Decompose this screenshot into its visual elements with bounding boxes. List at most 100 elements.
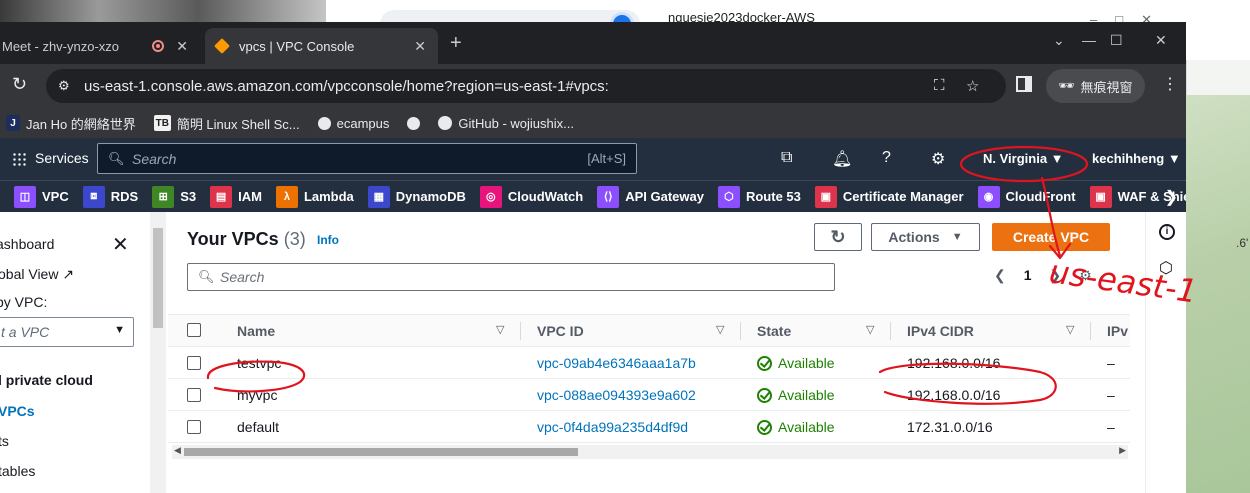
select-all-checkbox[interactable] — [187, 323, 201, 337]
close-tab-icon[interactable]: ✕ — [176, 38, 188, 55]
close-sidebar-icon[interactable]: ✕ — [112, 232, 129, 257]
service-shortcut-lambda[interactable]: λ Lambda — [275, 185, 354, 208]
service-shortcut-vpc[interactable]: ◫ VPC — [14, 185, 69, 208]
table-horizontal-scrollbar[interactable]: ◀ ▶ — [172, 445, 1128, 459]
column-header-state[interactable]: State — [757, 323, 791, 339]
sort-icon[interactable]: ▽ — [1066, 323, 1074, 336]
side-panel-icon[interactable] — [1016, 76, 1032, 92]
table-row[interactable]: default vpc-0f4da99a235d4df9d Available … — [168, 411, 1130, 443]
column-divider[interactable] — [1090, 322, 1091, 340]
bookmark-github[interactable]: GitHub - wojiushix... — [438, 116, 574, 131]
notifications-bell-icon[interactable]: 🔔︎ — [832, 149, 852, 169]
close-tab-icon[interactable]: ✕ — [414, 38, 426, 55]
prev-page-icon[interactable]: ❮ — [994, 267, 1006, 284]
services-menu[interactable]: Services — [35, 150, 89, 166]
column-divider[interactable] — [520, 322, 521, 340]
bookmark-linux-shell[interactable]: TB 簡明 Linux Shell Sc... — [153, 114, 300, 133]
preferences-gear-icon[interactable]: ⚙ — [1079, 267, 1092, 284]
info-panel-icon[interactable]: i — [1159, 224, 1175, 240]
service-shortcut-cloudfront[interactable]: ◉ CloudFront — [977, 185, 1076, 208]
actions-button[interactable]: Actions ▼ — [871, 223, 980, 251]
minimize-button[interactable]: — — [1082, 32, 1096, 48]
vpc-name[interactable]: myvpc — [237, 387, 277, 403]
scroll-right-icon[interactable]: ▶ — [1119, 445, 1126, 456]
column-divider[interactable] — [890, 322, 891, 340]
sidebar-section-virtual-private-cloud[interactable]: l private cloud — [0, 372, 93, 388]
service-shortcut-rds[interactable]: ⧈ RDS — [82, 185, 138, 208]
browser-menu-icon[interactable]: ⋮ — [1162, 74, 1178, 94]
reload-icon[interactable]: ↻ — [12, 74, 27, 95]
waf-shie-service-icon: ▣ — [1089, 185, 1112, 208]
help-icon[interactable]: ? — [882, 149, 891, 167]
vpc-id-link[interactable]: vpc-09ab4e6346aaa1a7b — [537, 355, 696, 371]
region-selector[interactable]: N. Virginia ▼ — [983, 151, 1064, 166]
column-divider[interactable] — [740, 322, 741, 340]
vpc-id-link[interactable]: vpc-0f4da99a235d4df9d — [537, 419, 688, 435]
sidebar-item-global-view[interactable]: obal View ↗ — [0, 266, 74, 283]
bookmark-ecampus[interactable]: ecampus — [317, 116, 389, 131]
vpc-id-link[interactable]: vpc-088ae094393e9a602 — [537, 387, 696, 403]
create-vpc-button[interactable]: Create VPC — [992, 223, 1110, 251]
service-shortcut-certificate-manager[interactable]: ▣ Certificate Manager — [814, 185, 964, 208]
sort-icon[interactable]: ▽ — [716, 323, 724, 336]
background-side-text: .6' — [1236, 236, 1249, 250]
bookmark-globe[interactable] — [407, 116, 421, 130]
site-info-icon[interactable]: ⚙ — [58, 78, 70, 94]
aws-search-input[interactable]: 🔍︎ Search [Alt+S] — [97, 143, 637, 174]
sort-icon[interactable]: ▽ — [496, 323, 504, 336]
scrollbar-thumb[interactable] — [153, 228, 163, 328]
service-shortcut-dynamodb[interactable]: ▦ DynamoDB — [367, 185, 466, 208]
service-shortcut-cloudwatch[interactable]: ◎ CloudWatch — [479, 185, 583, 208]
service-shortcut-iam[interactable]: ▤ IAM — [210, 185, 262, 208]
feedback-hex-icon[interactable]: ⬡ — [1159, 258, 1173, 278]
tab-vpc-console[interactable]: vpcs | VPC Console ✕ — [205, 28, 438, 64]
next-page-icon[interactable]: ❯ — [1050, 267, 1062, 284]
row-checkbox[interactable] — [187, 420, 201, 434]
service-shortcut-route-53[interactable]: ⬡ Route 53 — [717, 185, 801, 208]
table-filter-input[interactable]: 🔍︎ Search — [187, 263, 835, 291]
table-row[interactable]: testvpc vpc-09ab4e6346aaa1a7b Available … — [168, 347, 1130, 379]
refresh-icon: ↻ — [830, 226, 846, 247]
sidebar-item-route-tables[interactable]: tables — [0, 463, 35, 479]
service-shortcut-api-gateway[interactable]: ⟨⟩ API Gateway — [597, 185, 704, 208]
bookmark-star-icon[interactable]: ☆ — [966, 77, 979, 95]
tab-search-icon[interactable]: ⌄ — [1053, 32, 1065, 49]
vpc-name[interactable]: default — [237, 419, 279, 435]
bookmark-jan-ho[interactable]: J Jan Ho 的網絡世界 — [6, 114, 136, 133]
column-header-name[interactable]: Name — [237, 323, 275, 339]
new-tab-button[interactable]: + — [450, 32, 462, 55]
vpc-filter-select[interactable]: t a VPC ▼ — [0, 317, 134, 347]
sidebar-item-dashboard[interactable]: ashboard — [0, 236, 54, 252]
column-header-ipv4-cidr[interactable]: IPv4 CIDR — [907, 323, 974, 339]
sidebar-scrollbar[interactable] — [150, 212, 166, 493]
scrollbar-thumb[interactable] — [184, 448, 578, 456]
services-grid-icon[interactable] — [12, 152, 26, 166]
column-header-vpc-id[interactable]: VPC ID — [537, 323, 584, 339]
settings-gear-icon[interactable]: ⚙ — [931, 149, 945, 169]
incognito-badge[interactable]: 🕶 無痕視窗 — [1046, 69, 1145, 103]
scroll-services-right-icon[interactable]: ❯ — [1165, 187, 1178, 207]
scroll-left-icon[interactable]: ◀ — [174, 445, 181, 456]
sidebar-item-vpcs[interactable]: VPCs — [0, 403, 35, 419]
sidebar-item-subnets[interactable]: ts — [0, 433, 9, 449]
address-bar[interactable]: ⚙ us-east-1.console.aws.amazon.com/vpcco… — [46, 69, 1006, 103]
translate-icon[interactable]: ⛶ — [934, 77, 945, 94]
vpc-name[interactable]: testvpc — [237, 355, 281, 371]
sort-icon[interactable]: ▽ — [866, 323, 874, 336]
close-window-button[interactable]: ✕ — [1155, 32, 1167, 49]
tab-meet[interactable]: Meet - zhv-ynzo-xzo ✕ — [0, 28, 200, 64]
account-menu[interactable]: kechihheng ▼ — [1092, 151, 1181, 166]
current-page[interactable]: 1 — [1024, 267, 1032, 284]
row-checkbox[interactable] — [187, 388, 201, 402]
refresh-button[interactable]: ↻ — [814, 223, 862, 251]
column-header-ipv6[interactable]: IPv — [1107, 323, 1128, 339]
info-link[interactable]: Info — [317, 233, 339, 247]
vpc-service-icon: ◫ — [14, 185, 36, 208]
row-checkbox[interactable] — [187, 356, 201, 370]
api-gateway-service-icon: ⟨⟩ — [597, 185, 620, 208]
service-shortcut-s3[interactable]: ⊞ S3 — [152, 185, 196, 208]
table-row[interactable]: myvpc vpc-088ae094393e9a602 Available 19… — [168, 379, 1130, 411]
service-label: DynamoDB — [395, 189, 466, 204]
cloudshell-icon[interactable]: ⧉ — [781, 149, 792, 167]
maximize-button[interactable]: ☐ — [1110, 32, 1123, 49]
